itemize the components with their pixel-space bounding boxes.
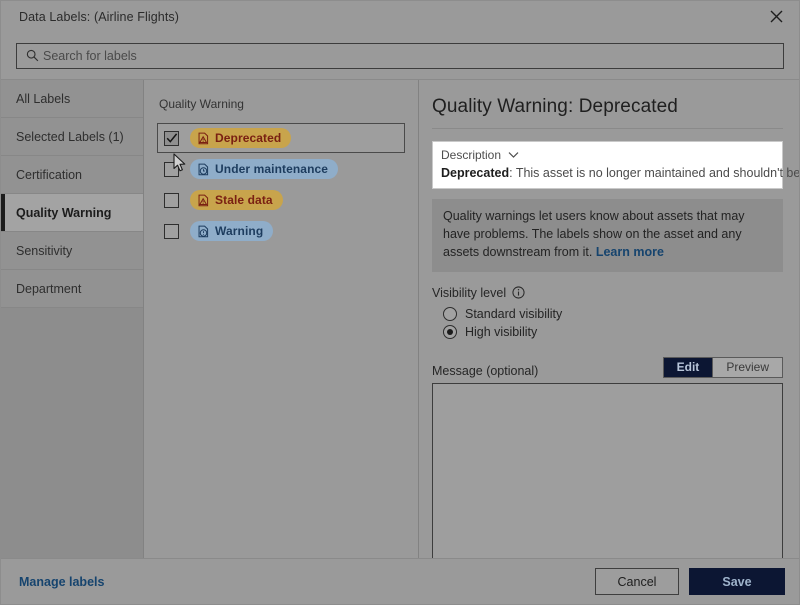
maintenance-clock-icon	[196, 162, 210, 176]
label-list-panel: Quality Warning	[144, 80, 419, 558]
deprecated-warning-icon	[196, 131, 210, 145]
sidebar-item-label: Quality Warning	[16, 206, 111, 220]
radio-high-visibility-control[interactable]	[443, 325, 457, 339]
label-row-deprecated[interactable]: Deprecated	[157, 123, 405, 153]
radio-high-visibility-label: High visibility	[465, 325, 537, 339]
learn-more-link[interactable]: Learn more	[596, 245, 664, 259]
sidebar-item-label: Department	[16, 282, 81, 296]
sidebar-item-department[interactable]: Department	[1, 270, 143, 308]
sidebar-item-quality-warning[interactable]: Quality Warning	[1, 194, 143, 232]
resize-grip-icon[interactable]	[770, 555, 780, 559]
sidebar-item-all-labels[interactable]: All Labels	[1, 80, 143, 118]
dialog-footer: Manage labels Cancel Save	[1, 558, 799, 604]
label-checkbox-under-maintenance[interactable]	[164, 162, 179, 177]
label-chip-under-maintenance: Under maintenance	[190, 159, 338, 179]
radio-standard-visibility[interactable]: Standard visibility	[443, 307, 783, 321]
label-row-under-maintenance[interactable]: Under maintenance	[157, 154, 405, 184]
quality-warning-info: Quality warnings let users know about as…	[432, 199, 783, 271]
info-icon[interactable]	[512, 286, 525, 299]
warning-clock-icon	[196, 224, 210, 238]
tab-preview[interactable]: Preview	[712, 358, 782, 377]
label-chip-text: Warning	[215, 224, 263, 238]
label-chip-text: Deprecated	[215, 131, 281, 145]
radio-high-visibility[interactable]: High visibility	[443, 325, 783, 339]
label-row-stale-data[interactable]: Stale data	[157, 185, 405, 215]
manage-labels-link[interactable]: Manage labels	[19, 575, 104, 589]
data-labels-dialog: Data Labels: (Airline Flights)	[0, 0, 800, 605]
info-text: Quality warnings let users know about as…	[443, 209, 745, 259]
sidebar-item-label: All Labels	[16, 92, 70, 106]
sidebar-item-sensitivity[interactable]: Sensitivity	[1, 232, 143, 270]
sidebar-item-label: Sensitivity	[16, 244, 72, 258]
message-header: Message (optional) Edit Preview	[432, 357, 783, 378]
sidebar-item-label: Certification	[16, 168, 82, 182]
search-icon	[21, 49, 43, 62]
search-box[interactable]	[16, 43, 784, 69]
label-checkbox-deprecated[interactable]	[164, 131, 179, 146]
message-mode-tabs: Edit Preview	[663, 357, 783, 378]
visibility-level-label: Visibility level	[432, 286, 783, 300]
label-chip-warning: Warning	[190, 221, 273, 241]
label-checkbox-stale-data[interactable]	[164, 193, 179, 208]
label-checkbox-warning[interactable]	[164, 224, 179, 239]
close-icon[interactable]	[759, 3, 793, 29]
visibility-level-text: Visibility level	[432, 286, 506, 300]
search-row	[1, 32, 799, 79]
sidebar-item-label: Selected Labels (1)	[16, 130, 124, 144]
label-chip-stale-data: Stale data	[190, 190, 283, 210]
description-text: Deprecated: This asset is no longer main…	[441, 165, 774, 181]
chevron-down-icon	[508, 151, 519, 159]
radio-standard-visibility-label: Standard visibility	[465, 307, 562, 321]
label-group-title: Quality Warning	[159, 97, 405, 111]
detail-title: Quality Warning: Deprecated	[432, 96, 783, 118]
category-sidebar: All Labels Selected Labels (1) Certifica…	[1, 80, 144, 558]
description-box: Description Deprecated: This asset is no…	[432, 141, 783, 189]
label-chip-deprecated: Deprecated	[190, 128, 291, 148]
description-detail: : This asset is no longer maintained and…	[509, 166, 799, 180]
label-row-warning[interactable]: Warning	[157, 216, 405, 246]
sidebar-item-selected-labels[interactable]: Selected Labels (1)	[1, 118, 143, 156]
save-button[interactable]: Save	[689, 568, 785, 595]
stale-data-warning-icon	[196, 193, 210, 207]
message-label: Message (optional)	[432, 364, 538, 378]
description-header-label: Description	[441, 148, 501, 162]
description-toggle[interactable]: Description	[441, 148, 774, 162]
description-term: Deprecated	[441, 166, 509, 180]
radio-standard-visibility-control[interactable]	[443, 307, 457, 321]
tab-edit[interactable]: Edit	[664, 358, 713, 377]
label-chip-text: Stale data	[215, 193, 273, 207]
message-textarea[interactable]	[432, 383, 783, 559]
dialog-title: Data Labels: (Airline Flights)	[19, 10, 179, 24]
detail-divider	[432, 128, 783, 129]
sidebar-item-certification[interactable]: Certification	[1, 156, 143, 194]
label-detail-panel: Quality Warning: Deprecated Description …	[419, 80, 799, 558]
screenshot-root: Data Labels: (Airline Flights)	[0, 0, 800, 605]
search-input[interactable]	[43, 45, 783, 67]
dialog-body: All Labels Selected Labels (1) Certifica…	[1, 79, 799, 558]
dialog-titlebar: Data Labels: (Airline Flights)	[1, 1, 799, 32]
cancel-button[interactable]: Cancel	[595, 568, 679, 595]
label-chip-text: Under maintenance	[215, 162, 328, 176]
